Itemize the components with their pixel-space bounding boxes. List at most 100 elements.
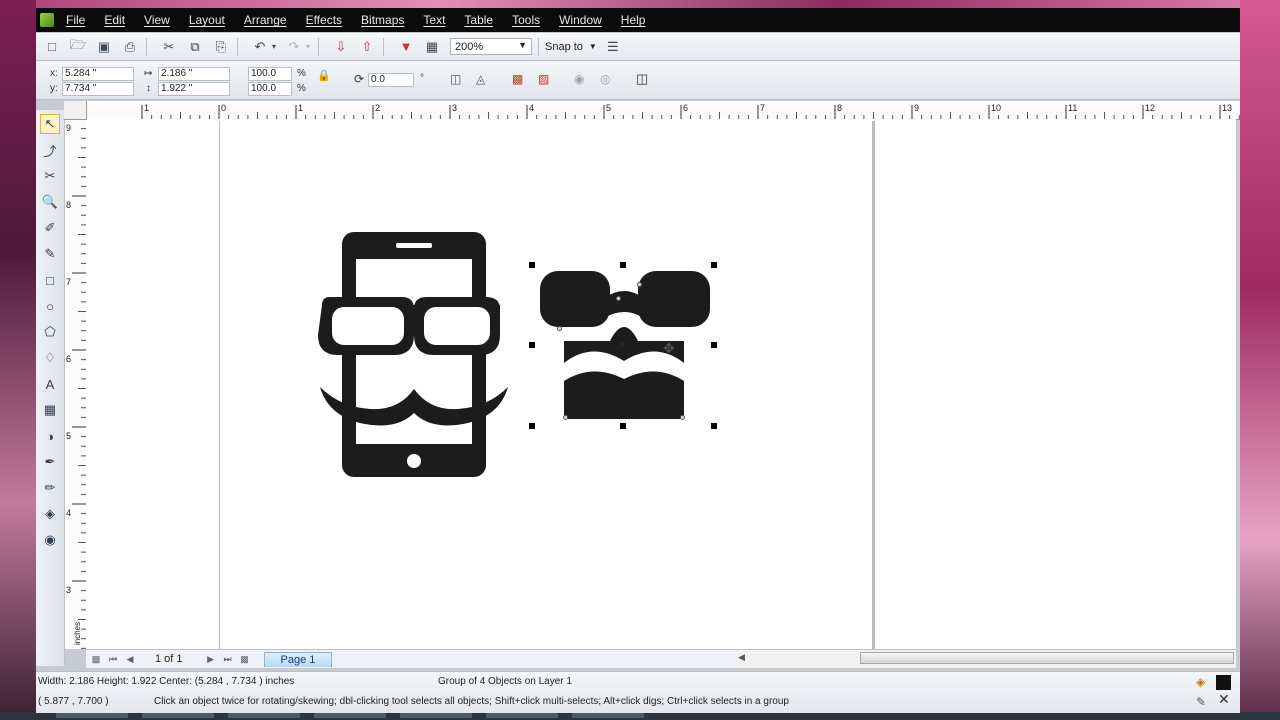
object-node[interactable] xyxy=(616,296,621,301)
ellipse-tool-icon[interactable]: ○ xyxy=(40,296,60,316)
menu-text[interactable]: Text xyxy=(423,13,445,27)
selection-handle-bottom-right[interactable] xyxy=(711,423,717,429)
cut-icon[interactable]: ✂ xyxy=(159,37,179,57)
no-outline-icon[interactable]: ✕ xyxy=(1218,692,1230,706)
degree-symbol: ° xyxy=(420,73,424,84)
add-page-before-icon[interactable]: ▩ xyxy=(89,654,103,665)
print-icon[interactable]: ⎙ xyxy=(120,37,140,57)
undo-icon[interactable]: ↶ xyxy=(250,37,270,57)
export-icon[interactable]: ⇧ xyxy=(357,37,377,57)
smart-fill-tool-icon[interactable]: ✎ xyxy=(40,244,60,264)
object-node[interactable] xyxy=(563,415,568,420)
object-node[interactable] xyxy=(557,326,562,331)
menu-file[interactable]: File xyxy=(66,13,85,27)
group-icon[interactable]: ▩ xyxy=(512,73,523,85)
object-node[interactable] xyxy=(637,282,642,287)
menu-tools[interactable]: Tools xyxy=(512,13,540,27)
fill-indicator-icon[interactable]: ◈ xyxy=(1196,676,1205,688)
phone-mustache-artwork[interactable] xyxy=(318,232,508,477)
first-page-icon[interactable]: ⏮ xyxy=(106,654,120,665)
zoom-tool-icon[interactable]: 🔍 xyxy=(40,192,60,212)
redo-dropdown-icon[interactable]: ▾ xyxy=(304,37,312,57)
snap-to-button[interactable]: Snap to xyxy=(545,41,583,53)
ruler-origin-corner[interactable] xyxy=(64,101,87,120)
selected-group-artwork[interactable] xyxy=(540,271,710,419)
eyedropper-tool-icon[interactable]: ✒ xyxy=(40,452,60,472)
object-width-field[interactable]: 2.186 " xyxy=(158,67,230,81)
x-position-field[interactable]: 5.284 " xyxy=(62,67,134,81)
object-height-field[interactable]: 1.922 " xyxy=(158,82,230,96)
rectangle-tool-icon[interactable]: □ xyxy=(40,270,60,290)
scale-x-field[interactable]: 100.0 xyxy=(248,67,292,81)
import-icon[interactable]: ⇩ xyxy=(331,37,351,57)
selection-handle-middle-right[interactable] xyxy=(711,342,717,348)
selection-handle-top-center[interactable] xyxy=(620,262,626,268)
menu-effects[interactable]: Effects xyxy=(306,13,342,27)
new-document-icon[interactable]: □ xyxy=(42,37,62,57)
text-tool-icon[interactable]: A xyxy=(40,374,60,394)
menu-layout[interactable]: Layout xyxy=(189,13,225,27)
polygon-tool-icon[interactable]: ⬠ xyxy=(40,322,60,342)
freehand-tool-icon[interactable]: ✐ xyxy=(40,218,60,238)
copy-icon[interactable]: ⧉ xyxy=(185,37,205,57)
menu-arrange[interactable]: Arrange xyxy=(244,13,287,27)
open-folder-icon[interactable]: 🗁 xyxy=(68,37,88,57)
horizontal-scrollbar-thumb[interactable] xyxy=(860,652,1234,664)
options-icon[interactable]: ☰ xyxy=(603,37,623,57)
welcome-screen-icon[interactable]: ▦ xyxy=(422,37,442,57)
mirror-horizontal-icon[interactable]: ◫ xyxy=(450,73,461,85)
horizontal-ruler[interactable]: 1 0 1 2 3 4 5 6 7 8 9 10 11 12 13 xyxy=(64,101,1240,120)
lock-ratio-icon[interactable]: 🔒 xyxy=(317,70,331,82)
crop-tool-icon[interactable]: ✂ xyxy=(40,166,60,186)
selection-handle-top-right[interactable] xyxy=(711,262,717,268)
next-page-icon[interactable]: ▶ xyxy=(204,654,218,665)
pick-tool-icon[interactable]: ↖ xyxy=(40,114,60,134)
selection-handle-top-left[interactable] xyxy=(529,262,535,268)
application-launcher-icon[interactable]: ▼ xyxy=(396,37,416,57)
zoom-level-select[interactable]: 200% ▼ xyxy=(450,38,532,55)
scale-y-field[interactable]: 100.0 xyxy=(248,82,292,96)
previous-page-icon[interactable]: ◀ xyxy=(123,654,137,665)
menu-window[interactable]: Window xyxy=(559,13,602,27)
menu-table[interactable]: Table xyxy=(464,13,493,27)
menu-edit[interactable]: Edit xyxy=(104,13,125,27)
save-icon[interactable]: ▣ xyxy=(94,37,114,57)
ungroup-icon[interactable]: ▨ xyxy=(538,73,549,85)
mirror-vertical-icon[interactable]: ◬ xyxy=(476,73,485,85)
snap-to-dropdown-icon[interactable]: ▼ xyxy=(589,42,597,51)
page-tab[interactable]: Page 1 xyxy=(263,651,333,667)
undo-dropdown-icon[interactable]: ▾ xyxy=(270,37,278,57)
app-icon[interactable] xyxy=(40,13,54,27)
menu-help[interactable]: Help xyxy=(621,13,646,27)
shape-tool-icon[interactable]: ⤴ xyxy=(40,140,60,160)
combine-icon[interactable]: ◉ xyxy=(574,73,584,85)
selection-center-marker[interactable]: × xyxy=(619,340,625,351)
selection-handle-bottom-center[interactable] xyxy=(620,423,626,429)
selection-handle-middle-left[interactable] xyxy=(529,342,535,348)
rotation-angle-field[interactable]: 0.0 xyxy=(368,73,414,87)
add-page-after-icon[interactable]: ▩ xyxy=(238,654,252,665)
basic-shapes-tool-icon[interactable]: ♢ xyxy=(40,348,60,368)
menu-view[interactable]: View xyxy=(144,13,170,27)
menu-bitmaps[interactable]: Bitmaps xyxy=(361,13,404,27)
horizontal-ruler-ticks: 1 0 1 2 3 4 5 6 7 8 9 10 11 12 13 xyxy=(141,103,1240,119)
redo-icon[interactable]: ↷ xyxy=(284,37,304,57)
interactive-fill-tool-icon[interactable]: ◉ xyxy=(40,530,60,550)
interactive-effects-tool-icon[interactable]: ◑ xyxy=(40,426,60,446)
break-apart-icon[interactable]: ◎ xyxy=(600,73,610,85)
align-distribute-icon[interactable]: ◫ xyxy=(636,72,648,85)
drawing-canvas[interactable] xyxy=(86,119,1236,649)
y-position-field[interactable]: 7.734 " xyxy=(62,82,134,96)
scroll-left-arrow-icon[interactable]: ◀ xyxy=(738,652,745,663)
scale-y-percent: % xyxy=(297,83,306,94)
object-node[interactable] xyxy=(680,415,685,420)
paste-icon[interactable]: ⎘ xyxy=(211,37,231,57)
table-tool-icon[interactable]: ▦ xyxy=(40,400,60,420)
fill-tool-icon[interactable]: ◈ xyxy=(40,504,60,524)
fill-color-swatch[interactable] xyxy=(1216,675,1231,690)
selection-handle-bottom-left[interactable] xyxy=(529,423,535,429)
outline-tool-icon[interactable]: ✏ xyxy=(40,478,60,498)
last-page-icon[interactable]: ⏭ xyxy=(221,654,235,665)
vertical-ruler[interactable]: 987654321inches xyxy=(64,119,87,649)
outline-indicator-icon[interactable]: ✎ xyxy=(1196,696,1206,708)
